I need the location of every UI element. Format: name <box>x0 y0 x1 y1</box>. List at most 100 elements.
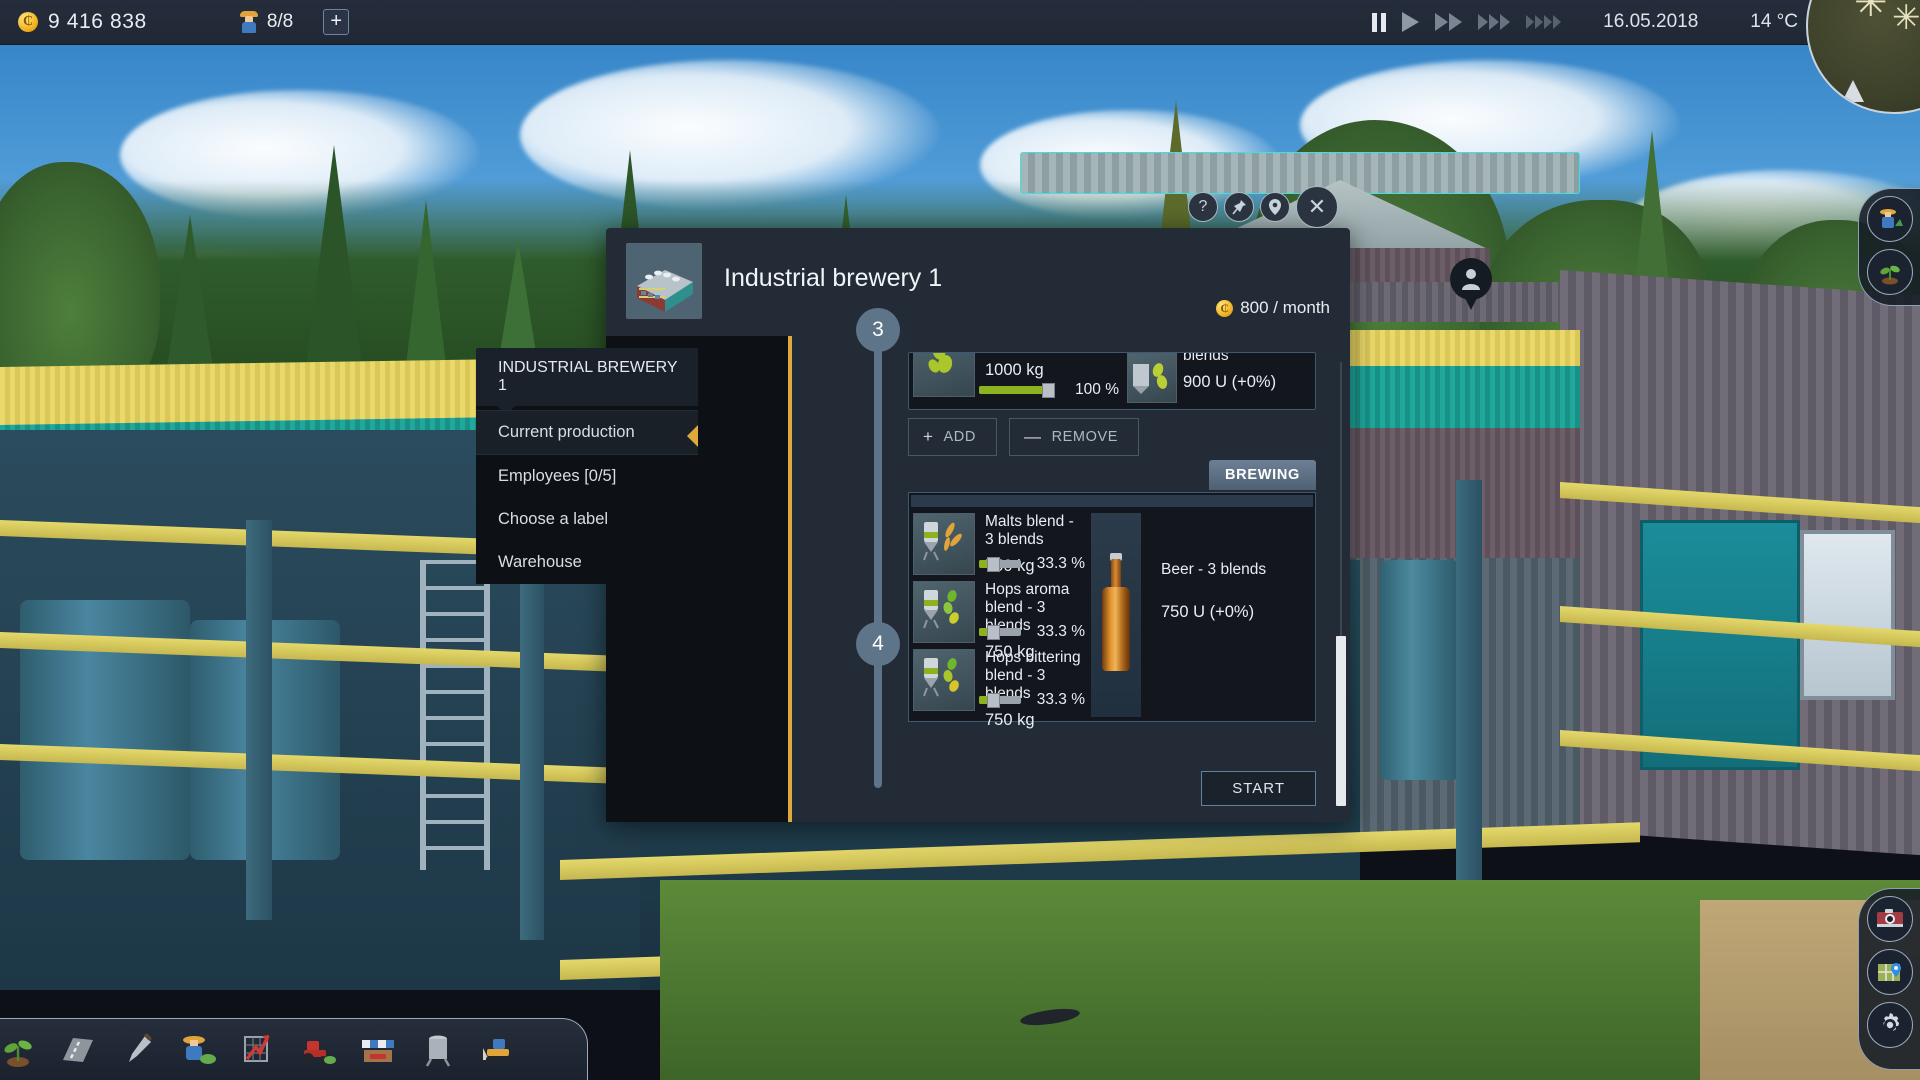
game-date: 16.05.2018 <box>1603 11 1698 33</box>
plus-icon: + <box>923 427 934 447</box>
mill-hops-icon <box>1127 353 1177 403</box>
production-step-rail <box>874 336 882 788</box>
shed-roof-row <box>0 132 1290 192</box>
step-number: 4 <box>872 632 884 656</box>
slider-track[interactable] <box>979 628 1021 636</box>
locate-button[interactable] <box>1260 192 1290 222</box>
dialog-body: 3 4 <box>606 336 1350 822</box>
recipe-output: Beer - 3 blends 750 U (+0%) <box>1147 509 1315 723</box>
upkeep-cost: ₵ 800 / month <box>1216 298 1330 318</box>
recipe-card-header <box>911 495 1313 507</box>
menu-item-label: Employees [0/5] <box>498 467 616 485</box>
ingredient-percent: 33.3 % <box>1027 691 1085 709</box>
menu-item-choose-a-label[interactable]: Choose a label <box>476 498 698 541</box>
slider-knob[interactable] <box>1042 383 1055 398</box>
trowel-terrain-icon[interactable] <box>108 1026 168 1074</box>
building-menu: INDUSTRIAL BREWERY 1 Current production … <box>476 348 698 584</box>
right-dock-bottom <box>1858 888 1920 1070</box>
active-indicator-arrow <box>687 425 698 447</box>
marker-icon <box>1268 199 1282 215</box>
ingredient-row[interactable]: Malts blend - 3 blends 750 kg 33.3 % <box>909 509 1089 577</box>
milling-output-name: blends <box>1183 352 1315 365</box>
minimap-camera-cone <box>1842 80 1864 102</box>
recipe-product-preview <box>1089 509 1147 723</box>
pause-button[interactable] <box>1372 13 1386 32</box>
fast-forward-button[interactable] <box>1435 13 1462 31</box>
start-button[interactable]: START <box>1201 771 1316 806</box>
milling-card[interactable]: 1000 kg 100 % <box>908 352 1316 410</box>
top-status-bar: ₵ 9 416 838 8/8 + 16.05.2018 <box>0 0 1920 45</box>
menu-item-warehouse[interactable]: Warehouse <box>476 541 698 584</box>
tab-brewing[interactable]: BREWING <box>1209 460 1316 490</box>
farmer-finance-icon[interactable] <box>168 1026 228 1074</box>
pin-button[interactable] <box>1224 192 1254 222</box>
milling-info: 1000 kg 100 % <box>975 352 1123 403</box>
ingredient-slider[interactable]: 33.3 % <box>979 555 1085 573</box>
milling-output-icon-wrap <box>1123 352 1175 403</box>
milling-slider[interactable]: 100 % <box>979 381 1119 399</box>
menu-item-current-production[interactable]: Current production <box>476 410 698 455</box>
remove-production-button[interactable]: — REMOVE <box>1009 418 1139 456</box>
support-pillar <box>520 560 544 940</box>
worker-marker[interactable] <box>1450 258 1492 310</box>
ingredient-row[interactable]: Hops aroma blend - 3 blends 750 kg 33.3 … <box>909 577 1089 645</box>
coin-icon: ₵ <box>18 12 38 32</box>
map-icon[interactable] <box>1867 949 1913 995</box>
dialog-header: Industrial brewery 1 ₵ 800 / month <box>606 228 1350 336</box>
slider-track[interactable] <box>979 386 1055 394</box>
person-icon <box>1461 268 1481 290</box>
milling-output-quantity: 900 U (+0%) <box>1183 373 1315 392</box>
play-button[interactable] <box>1402 12 1419 32</box>
fermentation-tank <box>1380 560 1460 780</box>
plant-seedling-icon[interactable] <box>0 1026 48 1074</box>
slider-track[interactable] <box>979 696 1021 704</box>
coin-icon: ₵ <box>1216 300 1233 317</box>
step-indicator-4: 4 <box>856 622 900 666</box>
close-button[interactable]: ✕ <box>1296 186 1338 228</box>
bulldozer-demolish-icon[interactable] <box>468 1026 528 1074</box>
market-shop-icon[interactable] <box>348 1026 408 1074</box>
faster-forward-button[interactable] <box>1478 14 1510 30</box>
game-screen: ₵ 9 416 838 8/8 + 16.05.2018 <box>0 0 1920 1080</box>
production-scroll-pane[interactable]: 1000 kg 100 % <box>908 336 1316 822</box>
slider-knob[interactable] <box>987 625 1000 640</box>
ingredient-row[interactable]: Hops bittering blend - 3 blends 750 kg 3… <box>909 645 1089 713</box>
settings-gear-icon[interactable] <box>1867 1002 1913 1048</box>
slider-knob[interactable] <box>987 557 1000 572</box>
add-production-button[interactable]: + ADD <box>908 418 997 456</box>
beer-bottle-icon <box>1091 513 1141 717</box>
population-icon[interactable] <box>1867 196 1913 242</box>
ingredient-slider[interactable]: 33.3 % <box>979 691 1085 709</box>
road-icon[interactable] <box>48 1026 108 1074</box>
silo-storage-icon[interactable] <box>408 1026 468 1074</box>
population-count: 8/8 <box>267 11 293 33</box>
upkeep-cost-value: 800 / month <box>1240 298 1330 318</box>
minimap-marker-icon: ✳ <box>1854 0 1888 26</box>
camera-icon[interactable] <box>1867 896 1913 942</box>
slider-knob[interactable] <box>987 693 1000 708</box>
recipe-ingredients: Malts blend - 3 blends 750 kg 33.3 % <box>909 509 1089 723</box>
statistics-chart-icon[interactable] <box>228 1026 288 1074</box>
dialog-header-buttons: ? ✕ <box>1188 186 1338 228</box>
ingredient-info: Hops bittering blend - 3 blends 750 kg 3… <box>975 645 1089 713</box>
fastest-forward-button[interactable] <box>1526 15 1561 29</box>
add-button[interactable]: + <box>323 9 349 35</box>
brewing-recipe-card: Malts blend - 3 blends 750 kg 33.3 % <box>908 492 1316 722</box>
hops-aroma-blend-icon <box>913 581 975 643</box>
scrollbar-thumb[interactable] <box>1336 636 1346 806</box>
production-actions: + ADD — REMOVE <box>908 418 1139 456</box>
support-pillar <box>1456 480 1482 880</box>
plant-icon[interactable] <box>1867 249 1913 295</box>
minimap-marker-icon: ✳ <box>1892 0 1920 38</box>
slider-track[interactable] <box>979 560 1021 568</box>
menu-item-employees[interactable]: Employees [0/5] <box>476 455 698 498</box>
population-display: 8/8 <box>239 11 293 33</box>
tractor-vehicle-icon[interactable] <box>288 1026 348 1074</box>
ingredient-info: Malts blend - 3 blends 750 kg 33.3 % <box>975 509 1089 577</box>
building-dialog: ? ✕ <box>606 228 1350 822</box>
help-button[interactable]: ? <box>1188 192 1218 222</box>
ingredient-slider[interactable]: 33.3 % <box>979 623 1085 641</box>
remove-label: REMOVE <box>1052 429 1118 445</box>
worker-marker-tail <box>1462 292 1480 310</box>
step-number: 3 <box>872 318 884 342</box>
